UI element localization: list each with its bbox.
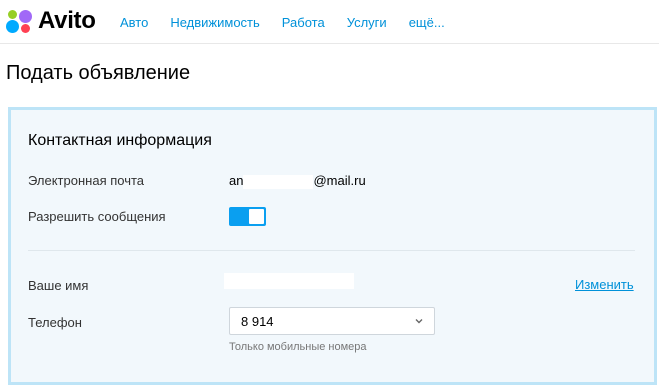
- section-divider: [28, 250, 635, 251]
- messages-label: Разрешить сообщения: [28, 209, 166, 224]
- top-header: Avito Авто Недвижимость Работа Услуги ещ…: [0, 0, 659, 44]
- nav-link-more[interactable]: ещё...: [409, 15, 445, 31]
- nav-link-realty[interactable]: Недвижимость: [170, 15, 259, 31]
- page-title: Подать объявление: [6, 62, 191, 84]
- phone-label: Телефон: [28, 315, 82, 330]
- phone-hint: Только мобильные номера: [229, 341, 367, 353]
- messages-toggle[interactable]: [229, 207, 266, 226]
- avito-logo[interactable]: Avito: [6, 8, 96, 34]
- chevron-down-icon: [415, 319, 423, 324]
- contact-info-panel: Контактная информация Электронная почта …: [8, 107, 657, 385]
- nav-link-jobs[interactable]: Работа: [282, 15, 325, 31]
- nav-link-services[interactable]: Услуги: [347, 15, 387, 31]
- email-prefix: an: [229, 173, 244, 188]
- email-label: Электронная почта: [28, 173, 145, 188]
- logo-text: Avito: [38, 7, 96, 34]
- section-title: Контактная информация: [28, 132, 212, 149]
- change-name-link[interactable]: Изменить: [575, 277, 634, 292]
- nav-link-auto[interactable]: Авто: [120, 15, 148, 31]
- email-redaction: [243, 174, 314, 189]
- avito-dots-icon: [6, 8, 34, 34]
- phone-value: 8 914: [241, 314, 274, 329]
- email-suffix: @mail.ru: [313, 173, 366, 188]
- phone-select[interactable]: 8 914: [229, 307, 435, 335]
- email-value: an @mail.ru: [229, 173, 366, 189]
- name-label: Ваше имя: [28, 278, 89, 293]
- main-nav: Авто Недвижимость Работа Услуги ещё...: [120, 15, 467, 31]
- toggle-knob: [249, 209, 264, 224]
- name-redaction: [224, 273, 354, 289]
